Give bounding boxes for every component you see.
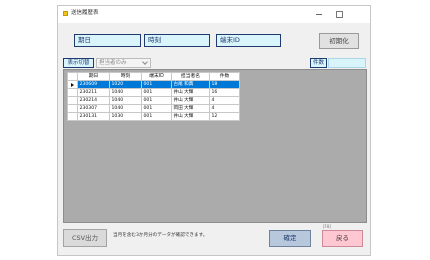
column-header-staff[interactable]: 担当者名 [171,72,210,81]
history-grid[interactable]: 期日 時刻 端末ID 担当者名 件数 230609 1020 001 古尾 和典… [63,69,367,223]
history-table: 期日 時刻 端末ID 担当者名 件数 230609 1020 001 古尾 和典… [67,72,240,121]
cell-date[interactable]: 230307 [77,104,110,113]
table-row[interactable]: 230609 1020 001 古尾 和典 18 [67,80,240,89]
csv-export-button[interactable]: CSV出力 [63,229,107,247]
row-header[interactable] [67,80,78,89]
cell-staff[interactable]: 古尾 和典 [171,80,210,89]
time-field-label: 時刻 [148,36,161,44]
history-window: 送信履歴表 期日 時刻 端末ID 初期化 表示切替 担当者のみ 件数 期日 時刻… [57,5,371,256]
cell-terminal-id[interactable]: 001 [141,112,172,121]
row-header[interactable] [67,104,78,113]
cell-staff[interactable]: 井山 大輝 [171,88,210,97]
date-field-label: 期日 [78,36,91,44]
cell-terminal-id[interactable]: 001 [141,88,172,97]
cell-count[interactable]: 16 [209,88,240,97]
app-icon [63,11,68,16]
cell-terminal-id[interactable]: 001 [141,96,172,105]
row-header[interactable] [67,96,78,105]
column-header-time[interactable]: 時刻 [109,72,142,81]
title-bar[interactable]: 送信履歴表 [58,6,370,23]
count-label: 件数 [310,58,327,68]
minimize-icon[interactable] [314,9,324,19]
cell-staff[interactable]: 岡田 大輝 [171,104,210,113]
window-title: 送信履歴表 [71,10,99,16]
table-header-row: 期日 時刻 端末ID 担当者名 件数 [67,72,240,81]
cell-staff[interactable]: 井山 大輝 [171,96,210,105]
cell-count[interactable]: 4 [209,96,240,105]
cell-date[interactable]: 230609 [77,80,110,89]
table-row[interactable]: 230307 1040 001 岡田 大輝 4 [67,104,240,113]
cell-time[interactable]: 1020 [109,80,142,89]
back-shortcut-hint: [F8] [323,224,331,229]
date-field[interactable]: 期日 [74,34,141,47]
time-field[interactable]: 時刻 [144,34,210,47]
back-button[interactable]: 戻る [322,230,363,247]
cell-terminal-id[interactable]: 001 [141,104,172,113]
column-header-terminal-id[interactable]: 端末ID [141,72,172,81]
row-header[interactable] [67,88,78,97]
row-header[interactable] [67,112,78,121]
cell-date[interactable]: 230131 [77,112,110,121]
table-row[interactable]: 230214 1040 001 井山 大輝 4 [67,96,240,105]
table-row[interactable]: 230131 1030 001 井山 大輝 12 [67,112,240,121]
cell-terminal-id[interactable]: 001 [141,80,172,89]
display-toggle-label: 表示切替 [63,58,94,68]
table-row[interactable]: 230211 1040 001 井山 大輝 16 [67,88,240,97]
cell-count[interactable]: 12 [209,112,240,121]
column-header-date[interactable]: 期日 [77,72,110,81]
confirm-button[interactable]: 確定 [269,230,311,247]
column-header-count[interactable]: 件数 [209,72,240,81]
cell-count[interactable]: 18 [209,80,240,89]
cell-count[interactable]: 4 [209,104,240,113]
maximize-icon[interactable] [334,9,344,19]
cell-time[interactable]: 1040 [109,96,142,105]
terminal-id-field[interactable]: 端末ID [216,34,281,47]
cell-time[interactable]: 1040 [109,104,142,113]
display-toggle-value: 担当者のみ [99,60,127,66]
cell-staff[interactable]: 井山 大輝 [171,112,210,121]
data-range-note: 当月を含む3か月分のデータが確認できます。 [113,233,208,238]
chevron-down-icon[interactable] [142,59,148,65]
reset-button[interactable]: 初期化 [319,33,359,49]
cell-date[interactable]: 230214 [77,96,110,105]
current-row-arrow-icon [71,82,74,87]
count-field [328,58,366,68]
cell-time[interactable]: 1040 [109,88,142,97]
cell-date[interactable]: 230211 [77,88,110,97]
cell-time[interactable]: 1030 [109,112,142,121]
terminal-id-field-label: 端末ID [220,36,240,44]
display-toggle-select[interactable]: 担当者のみ [96,58,151,68]
row-header-corner[interactable] [67,72,78,81]
